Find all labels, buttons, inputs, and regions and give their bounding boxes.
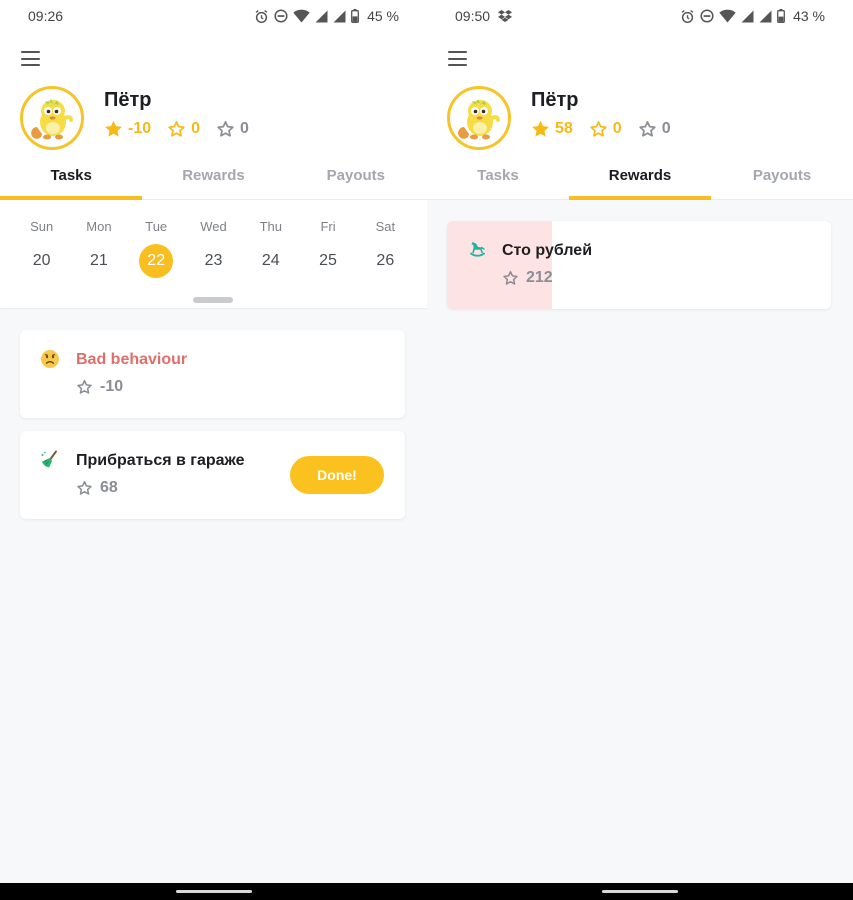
calendar-day[interactable]: Sat 26 xyxy=(357,200,414,278)
profile-stats: -10 0 0 xyxy=(104,120,265,138)
menu-icon[interactable] xyxy=(21,51,40,66)
day-number: 23 xyxy=(204,252,223,269)
profile-header: Пётр -10 0 0 xyxy=(0,84,427,152)
system-navigation-bar xyxy=(0,883,853,900)
battery-text: 45 % xyxy=(367,8,399,24)
day-number: 20 xyxy=(32,252,51,269)
tab-tasks[interactable]: Tasks xyxy=(427,152,569,199)
calendar-day[interactable]: Fri 25 xyxy=(299,200,356,278)
calendar-day-selected[interactable]: Tue 22 xyxy=(128,200,185,278)
star-outline-icon xyxy=(77,480,92,495)
reward-card[interactable]: Сто рублей 212 xyxy=(447,221,831,309)
signal-icon xyxy=(741,10,754,22)
profile-name: Пётр xyxy=(531,89,579,111)
day-number: 25 xyxy=(319,252,337,269)
reward-title: Сто рублей xyxy=(502,242,593,259)
signal-icon-2 xyxy=(759,10,772,22)
wifi-icon xyxy=(293,9,310,23)
task-points: 68 xyxy=(76,479,118,497)
profile-header: Пётр 58 0 0 xyxy=(427,84,853,152)
stat-stars: 58 xyxy=(531,120,573,138)
day-of-week: Fri xyxy=(320,219,336,234)
day-of-week: Sun xyxy=(30,219,54,234)
calendar-drag-handle[interactable] xyxy=(193,297,233,303)
calendar-day[interactable]: Sun 20 xyxy=(13,200,70,278)
signal-icon-2 xyxy=(333,10,346,22)
day-of-week: Wed xyxy=(200,219,227,234)
status-time: 09:26 xyxy=(28,8,64,24)
stat-bonus: 0 xyxy=(589,120,622,138)
task-title: Bad behaviour xyxy=(76,351,188,368)
star-filled-icon xyxy=(105,120,122,137)
battery-icon xyxy=(351,9,360,23)
day-of-week: Tue xyxy=(145,219,168,234)
reward-points: 212 xyxy=(502,269,553,287)
tab-rewards[interactable]: Rewards xyxy=(569,152,711,200)
tab-rewards[interactable]: Rewards xyxy=(142,152,284,199)
star-outline-icon xyxy=(590,121,607,137)
reward-progress-fill xyxy=(447,221,552,309)
day-number: 21 xyxy=(90,252,108,269)
week-calendar: Sun 20 Mon 21 Tue 22 Wed 23 Thu 24 Fri 2… xyxy=(0,200,427,308)
tab-payouts[interactable]: Payouts xyxy=(711,152,853,199)
header: 09:50 43 % Пётр 58 0 0 Tasks Rewards Pay… xyxy=(427,0,853,200)
task-points: -10 xyxy=(76,378,123,396)
alarm-icon xyxy=(255,9,268,23)
task-title: Прибраться в гараже xyxy=(76,452,245,469)
day-of-week: Sat xyxy=(375,219,396,234)
status-time: 09:50 xyxy=(455,8,491,24)
calendar-day[interactable]: Wed 23 xyxy=(185,200,242,278)
day-number: 24 xyxy=(261,252,280,269)
menu-icon[interactable] xyxy=(448,51,467,66)
stat-bonus: 0 xyxy=(167,120,200,138)
do-not-disturb-icon xyxy=(274,9,288,23)
tab-payouts[interactable]: Payouts xyxy=(285,152,427,199)
star-outline-icon xyxy=(168,121,185,137)
avatar[interactable] xyxy=(20,86,84,150)
alarm-icon xyxy=(681,9,694,23)
tab-tasks[interactable]: Tasks xyxy=(0,152,143,200)
status-bar: 09:50 43 % xyxy=(427,0,853,32)
rewards-screen: 09:50 43 % Пётр 58 0 0 Tasks Rewards Pay… xyxy=(427,0,853,883)
stat-other: 0 xyxy=(638,120,671,138)
day-number: 26 xyxy=(376,252,395,269)
day-of-week: Mon xyxy=(86,219,112,234)
star-outline-icon xyxy=(639,121,656,137)
day-number: 22 xyxy=(139,244,174,278)
signal-icon xyxy=(315,10,328,22)
star-outline-icon xyxy=(503,270,518,285)
do-not-disturb-icon xyxy=(700,9,714,23)
task-card[interactable]: Bad behaviour -10 xyxy=(20,330,405,418)
day-of-week: Thu xyxy=(259,219,282,234)
sad-face-icon xyxy=(41,350,59,368)
status-bar: 09:26 45 % xyxy=(0,0,427,32)
profile-stats: 58 0 0 xyxy=(531,120,687,138)
stat-other: 0 xyxy=(216,120,249,138)
battery-text: 43 % xyxy=(793,8,825,24)
rocking-horse-icon xyxy=(470,242,485,257)
tab-bar: Tasks Rewards Payouts xyxy=(0,152,427,200)
profile-name: Пётр xyxy=(104,89,152,111)
home-gesture-pill[interactable] xyxy=(602,890,678,893)
wifi-icon xyxy=(719,9,736,23)
star-filled-icon xyxy=(532,120,549,137)
tab-bar: Tasks Rewards Payouts xyxy=(427,152,853,200)
battery-icon xyxy=(777,9,786,23)
tasks-screen: 09:26 45 % Пётр -10 0 0 Tasks Rewards Pa… xyxy=(0,0,427,883)
avatar[interactable] xyxy=(447,86,511,150)
stat-stars: -10 xyxy=(104,120,151,138)
done-button[interactable]: Done! xyxy=(290,456,384,494)
task-card[interactable]: Прибраться в гараже 68 Done! xyxy=(20,431,405,519)
star-outline-icon xyxy=(217,121,234,137)
home-gesture-pill[interactable] xyxy=(176,890,252,893)
calendar-day[interactable]: Thu 24 xyxy=(242,200,299,278)
header: 09:26 45 % Пётр -10 0 0 Tasks Rewards Pa… xyxy=(0,0,427,200)
dropbox-icon xyxy=(498,10,513,22)
star-outline-icon xyxy=(77,379,92,394)
broom-icon xyxy=(41,450,57,468)
calendar-day[interactable]: Mon 21 xyxy=(70,200,127,278)
